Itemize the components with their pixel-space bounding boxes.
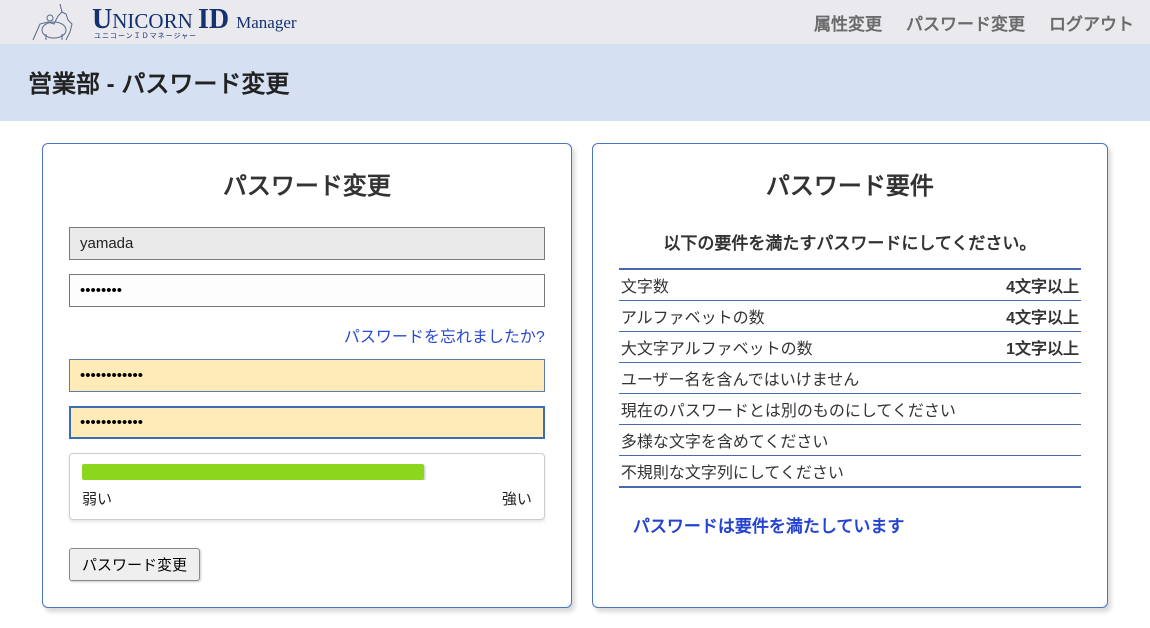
logo-manager: Manager	[236, 13, 296, 32]
requirement-label: アルファベットの数	[621, 304, 765, 328]
logo-id: ID	[198, 4, 236, 35]
unicorn-icon	[28, 2, 88, 42]
nav-attr-change[interactable]: 属性変更	[814, 10, 882, 35]
nav-password-change[interactable]: パスワード変更	[906, 10, 1025, 35]
strength-weak-label: 弱い	[82, 488, 112, 509]
username-field	[69, 227, 545, 260]
requirements-table: 文字数4文字以上アルファベットの数4文字以上大文字アルファベットの数1文字以上ユ…	[619, 268, 1081, 488]
requirements-title: パスワード要件	[619, 166, 1081, 201]
forgot-password-link[interactable]: パスワードを忘れましたか?	[344, 329, 545, 346]
requirement-row: 不規則な文字列にしてください	[619, 456, 1081, 486]
requirement-label: 不規則な文字列にしてください	[621, 459, 844, 483]
requirement-row: ユーザー名を含んではいけません	[619, 363, 1081, 394]
strength-bar-fill	[82, 464, 424, 480]
strength-indicator: 弱い 強い	[69, 453, 545, 520]
requirement-row: 現在のパスワードとは別のものにしてください	[619, 394, 1081, 425]
nav-logout[interactable]: ログアウト	[1049, 10, 1134, 35]
requirement-label: ユーザー名を含んではいけません	[621, 366, 859, 390]
submit-button[interactable]: パスワード変更	[69, 548, 200, 581]
current-password-field[interactable]	[69, 274, 545, 307]
requirement-row: 大文字アルファベットの数 1文字以上	[619, 332, 1081, 363]
strength-bar-track	[82, 464, 532, 480]
password-panel-title: パスワード変更	[69, 166, 545, 201]
requirement-label: 現在のパスワードとは別のものにしてください	[621, 397, 956, 421]
requirement-row: 多様な文字を含めてください	[619, 425, 1081, 456]
requirement-label: 文字数	[621, 273, 669, 297]
header-nav: 属性変更 パスワード変更 ログアウト	[814, 10, 1134, 35]
requirements-intro: 以下の要件を満たすパスワードにしてください。	[619, 229, 1081, 254]
confirm-password-field[interactable]	[69, 406, 545, 439]
requirement-label: 大文字アルファベットの数	[621, 335, 813, 359]
password-change-panel: パスワード変更 パスワードを忘れましたか? 弱い 強い パスワード変更	[42, 143, 572, 608]
requirement-row: 文字数 4文字以上	[619, 270, 1081, 301]
requirements-panel: パスワード要件 以下の要件を満たすパスワードにしてください。 文字数4文字以上ア…	[592, 143, 1108, 608]
strength-strong-label: 強い	[502, 488, 532, 509]
page-subheader: 営業部 - パスワード変更	[0, 44, 1150, 121]
requirements-status: パスワードは要件を満たしています	[619, 512, 1081, 537]
page-title: 営業部 - パスワード変更	[28, 64, 1122, 99]
app-logo[interactable]: UNICORN ID Manager ユニコーンＩＤマネージャー	[28, 2, 297, 42]
requirement-value: 4文字以上	[1006, 304, 1079, 328]
logo-nicorn: NICORN	[112, 9, 198, 33]
content-area: パスワード変更 パスワードを忘れましたか? 弱い 強い パスワード変更 パスワー…	[0, 121, 1150, 628]
requirement-value: 4文字以上	[1006, 273, 1079, 297]
new-password-field[interactable]	[69, 359, 545, 392]
header-bar: UNICORN ID Manager ユニコーンＩＤマネージャー 属性変更 パス…	[0, 0, 1150, 44]
requirement-value: 1文字以上	[1006, 335, 1079, 359]
logo-u: U	[92, 4, 112, 35]
requirement-label: 多様な文字を含めてください	[621, 428, 829, 452]
requirement-row: アルファベットの数 4文字以上	[619, 301, 1081, 332]
